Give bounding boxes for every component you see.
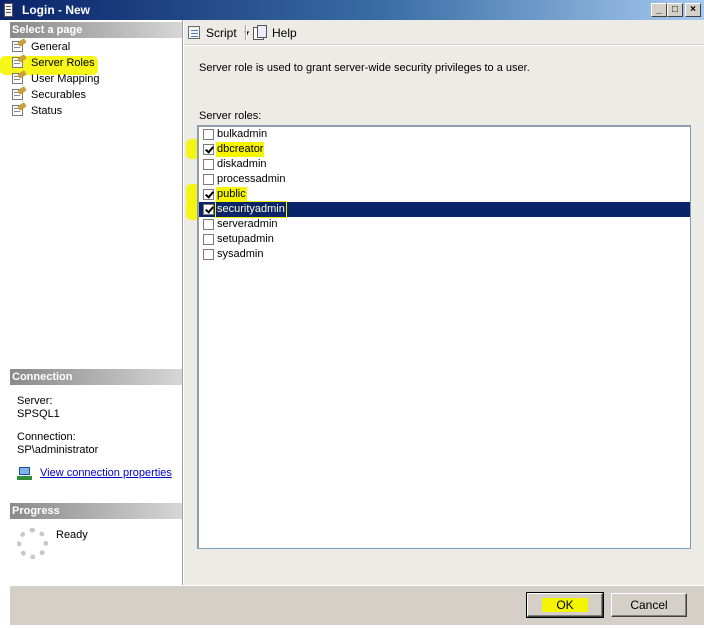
page-wrench-icon	[12, 70, 27, 84]
role-row-public[interactable]: public	[199, 187, 690, 202]
toolbar: Script ▼ Help	[184, 20, 704, 45]
role-name: sysadmin	[217, 248, 264, 260]
role-name: public	[216, 187, 247, 202]
sidebar-item-label: Server Roles	[31, 57, 95, 69]
connection-properties-icon	[17, 467, 34, 481]
server-roles-list[interactable]: bulkadmin dbcreator diskadmin processadm…	[197, 125, 691, 549]
role-checkbox[interactable]	[203, 159, 214, 170]
role-checkbox[interactable]	[203, 189, 214, 200]
role-checkbox[interactable]	[203, 204, 214, 215]
role-checkbox[interactable]	[203, 219, 214, 230]
server-roles-label: Server roles:	[199, 110, 262, 122]
role-checkbox[interactable]	[203, 129, 214, 140]
help-button[interactable]: Help	[253, 24, 297, 42]
sidebar-item-label: User Mapping	[31, 73, 100, 85]
page-wrench-icon	[12, 38, 27, 52]
role-row-dbcreator[interactable]: dbcreator	[199, 142, 690, 157]
role-row-setupadmin[interactable]: setupadmin	[199, 232, 690, 247]
role-row-processadmin[interactable]: processadmin	[199, 172, 690, 187]
select-page-header: Select a page	[10, 22, 182, 38]
role-name: dbcreator	[216, 142, 265, 157]
role-name: serveradmin	[217, 218, 278, 230]
page-description: Server role is used to grant server-wide…	[199, 62, 530, 74]
sidebar-item-user-mapping[interactable]: User Mapping	[12, 70, 100, 87]
server-label: Server:	[17, 395, 53, 407]
role-name: diskadmin	[217, 158, 267, 170]
role-checkbox[interactable]	[203, 234, 214, 245]
left-edge	[0, 585, 10, 628]
maximize-button[interactable]: □	[667, 3, 683, 17]
role-checkbox[interactable]	[203, 174, 214, 185]
title-bar: Login - New _ □ ×	[0, 0, 704, 20]
progress-header: Progress	[10, 503, 182, 519]
sidebar-item-status[interactable]: Status	[12, 102, 63, 119]
role-name: bulkadmin	[217, 128, 268, 140]
toolbar-separator	[245, 25, 246, 40]
view-connection-properties-link[interactable]: View connection properties	[40, 467, 172, 479]
app-icon	[4, 3, 13, 17]
help-label: Help	[272, 26, 297, 40]
role-checkbox[interactable]	[203, 144, 214, 155]
sidebar-item-securables[interactable]: Securables	[12, 86, 87, 103]
role-name: setupadmin	[217, 233, 274, 245]
connection-label: Connection:	[17, 431, 76, 443]
ok-label: OK	[542, 598, 588, 612]
page-wrench-icon	[12, 86, 27, 100]
role-row-serveradmin[interactable]: serveradmin	[199, 217, 690, 232]
script-button[interactable]: Script ▼	[187, 24, 251, 42]
page-wrench-icon	[12, 54, 27, 68]
connection-header: Connection	[10, 369, 182, 385]
role-name: securityadmin	[215, 201, 287, 218]
script-icon	[187, 25, 202, 40]
close-button[interactable]: ×	[685, 3, 701, 17]
role-row-securityadmin[interactable]: securityadmin	[199, 201, 690, 218]
role-row-sysadmin[interactable]: sysadmin	[199, 247, 690, 262]
progress-status: Ready	[56, 529, 88, 541]
sidebar-item-label: Securables	[31, 89, 87, 101]
page-wrench-icon	[12, 102, 27, 116]
script-label: Script	[206, 26, 237, 40]
role-name: processadmin	[217, 173, 286, 185]
page-selector-pane: Select a page General Server Roles User …	[0, 20, 183, 585]
sidebar-item-label: Status	[31, 105, 63, 117]
role-row-diskadmin[interactable]: diskadmin	[199, 157, 690, 172]
server-value: SPSQL1	[17, 408, 60, 420]
ok-button[interactable]: OK	[526, 592, 604, 618]
sidebar-item-general[interactable]: General	[12, 38, 71, 55]
cancel-button[interactable]: Cancel	[611, 593, 687, 617]
progress-spinner-icon	[17, 528, 48, 559]
help-icon	[253, 25, 268, 40]
minimize-button[interactable]: _	[651, 3, 667, 17]
role-checkbox[interactable]	[203, 249, 214, 260]
chevron-down-icon[interactable]: ▼	[243, 25, 251, 43]
connection-value: SP\administrator	[17, 444, 99, 456]
role-row-bulkadmin[interactable]: bulkadmin	[199, 127, 690, 142]
sidebar-item-label: General	[31, 41, 71, 53]
window-title: Login - New	[22, 3, 90, 17]
sidebar-item-server-roles[interactable]: Server Roles	[12, 54, 95, 71]
